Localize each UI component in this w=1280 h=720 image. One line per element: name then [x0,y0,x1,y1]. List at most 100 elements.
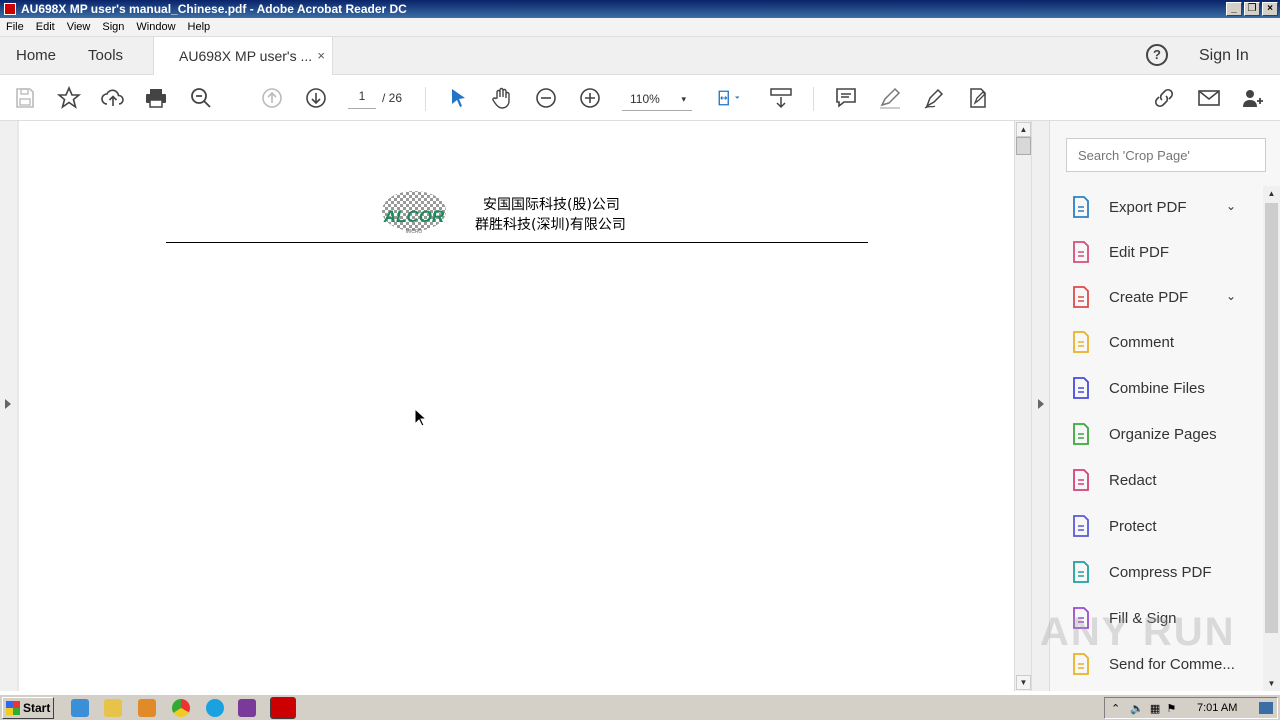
scroll-thumb[interactable] [1016,137,1031,155]
share-link-icon[interactable] [1151,85,1177,111]
comment-icon[interactable] [833,85,859,111]
scroll-down-icon[interactable]: ▼ [1016,675,1031,690]
network-icon[interactable]: ▦ [1150,702,1160,715]
scroll-mode-icon[interactable] [768,85,794,111]
protect-icon [1068,513,1094,539]
scroll-up-icon[interactable]: ▲ [1016,122,1031,137]
media-player-icon[interactable] [138,699,156,717]
toolbar-divider [425,87,426,111]
collapse-right-arrow-icon [1038,399,1044,409]
mouse-pointer-icon [414,408,428,427]
tool-edit-pdf[interactable]: Edit PDF [1068,235,1258,269]
tray-expand-icon[interactable]: ⌃ [1111,702,1120,715]
create-pdf-icon [1068,284,1094,310]
menu-file[interactable]: File [0,21,30,33]
zoom-level-select[interactable]: 110% ▾ [622,89,692,111]
document-scrollbar[interactable]: ▲ ▼ [1014,121,1031,691]
taskbar: Start ⌃ 🔈 ▦ ⚑ 7:01 AM [0,694,1280,720]
tool-label: Create PDF [1109,288,1189,306]
compress-pdf-icon [1068,559,1094,585]
page-number-input[interactable]: 1 [348,89,376,109]
chevron-down-icon[interactable]: ⌄ [1226,289,1236,303]
tab-bar: Home Tools AU698X MP user's ... × ? Sign… [0,37,1280,75]
combine-files-icon [1068,375,1094,401]
svg-text:MICRO: MICRO [406,229,423,235]
header-rule [166,242,868,243]
export-pdf-icon [1068,194,1094,220]
svg-text:ALCOR: ALCOR [383,207,445,226]
zoom-out-icon[interactable] [533,85,559,111]
minimize-button[interactable]: _ [1226,2,1242,16]
comment-icon [1068,329,1094,355]
menu-edit[interactable]: Edit [30,21,61,33]
volume-icon[interactable]: 🔈 [1130,702,1144,715]
tool-compress-pdf[interactable]: Compress PDF [1068,555,1258,589]
next-page-icon[interactable] [303,85,329,111]
window-title: AU698X MP user's manual_Chinese.pdf - Ad… [21,2,407,16]
toolbar: 1 / 26 110% ▾ [0,75,1280,121]
edit-pdf-icon [1068,239,1094,265]
save-icon[interactable] [12,85,38,111]
bookmark-star-icon[interactable] [56,85,82,111]
tool-create-pdf[interactable]: Create PDF ⌄ [1068,280,1258,314]
tool-organize-pages[interactable]: Organize Pages [1068,417,1258,451]
menu-window[interactable]: Window [130,21,181,33]
acrobat-taskbar-icon[interactable] [270,697,296,719]
tool-label: Compress PDF [1109,563,1212,581]
close-tab-icon[interactable]: × [317,48,325,63]
upload-cloud-icon[interactable] [100,85,126,111]
winrar-icon[interactable] [238,699,256,717]
left-panel-toggle[interactable] [0,121,17,691]
file-explorer-icon[interactable] [104,699,122,717]
tool-combine-files[interactable]: Combine Files [1068,371,1258,405]
company-name-line2: 群胜科技(深圳)有限公司 [475,217,626,233]
tools-scroll-down-icon[interactable]: ▼ [1264,676,1279,691]
company-name-line1: 安国国际科技(股)公司 [483,197,620,213]
start-button[interactable]: Start [2,696,54,719]
chevron-down-icon[interactable]: ⌄ [1226,199,1236,213]
menu-sign[interactable]: Sign [96,21,130,33]
zoom-search-icon[interactable] [188,85,214,111]
hand-tool-icon[interactable] [489,85,515,111]
show-desktop-icon[interactable] [1259,702,1273,714]
close-window-button[interactable]: × [1262,2,1278,16]
tool-comment[interactable]: Comment [1068,325,1258,359]
expand-left-arrow-icon [5,399,11,409]
menu-help[interactable]: Help [182,21,217,33]
action-center-flag-icon[interactable]: ⚑ [1166,702,1176,715]
chrome-icon[interactable] [172,699,190,717]
tab-document[interactable]: AU698X MP user's ... × [153,37,333,75]
tool-label: Protect [1109,517,1157,535]
tools-scroll-thumb[interactable] [1265,203,1278,633]
document-viewport[interactable]: ALCOR MICRO 安国国际科技(股)公司 群胜科技(深圳)有限公司 ▲ ▼ [0,121,1031,691]
tool-label: Comment [1109,333,1175,351]
tab-tools[interactable]: Tools [72,47,139,64]
highlight-pen-icon[interactable] [877,85,903,111]
edge-icon[interactable] [206,699,224,717]
internet-explorer-icon[interactable] [71,699,89,717]
zoom-level-value: 110% [630,92,660,106]
tools-pane-scrollbar[interactable]: ▲ ▼ [1263,186,1280,691]
email-icon[interactable] [1196,85,1222,111]
right-panel-toggle[interactable] [1031,121,1049,691]
print-icon[interactable] [143,85,169,111]
add-user-icon[interactable] [1240,85,1266,111]
tools-scroll-up-icon[interactable]: ▲ [1264,186,1279,201]
tool-redact[interactable]: Redact [1068,463,1258,497]
select-cursor-icon[interactable] [445,85,471,111]
tools-search-input[interactable] [1066,138,1266,172]
fill-sign-icon[interactable] [965,85,991,111]
tool-export-pdf[interactable]: Export PDF ⌄ [1068,190,1258,224]
restore-button[interactable]: ❐ [1244,2,1260,16]
clock[interactable]: 7:01 AM [1197,702,1237,714]
sign-pen-icon[interactable] [921,85,947,111]
tab-home[interactable]: Home [0,47,72,64]
previous-page-icon[interactable] [259,85,285,111]
tool-label: Redact [1109,471,1157,489]
zoom-in-icon[interactable] [577,85,603,111]
tool-protect[interactable]: Protect [1068,509,1258,543]
menu-view[interactable]: View [61,21,97,33]
sign-in-button[interactable]: Sign In [1199,47,1249,65]
help-icon[interactable]: ? [1146,44,1168,66]
page-fit-icon[interactable] [712,85,746,111]
